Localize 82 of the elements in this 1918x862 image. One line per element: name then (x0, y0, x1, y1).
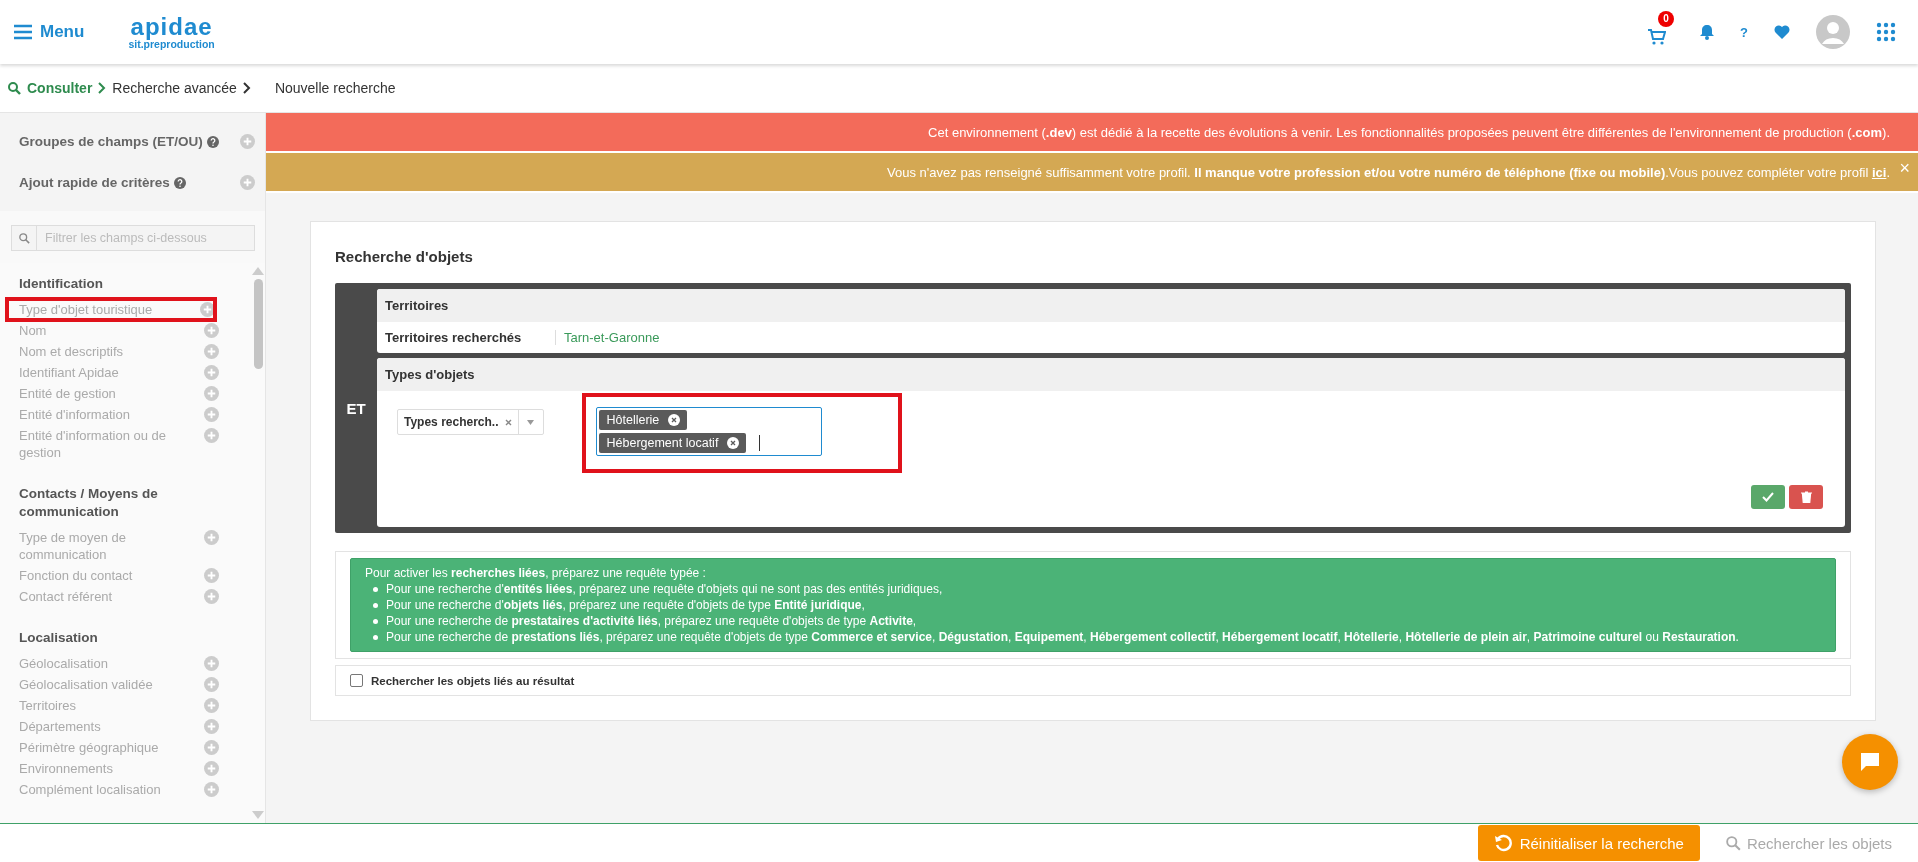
sidebar-field-item[interactable]: Contact référent (19, 588, 204, 605)
info-intro: Pour activer les recherches liées, préparez une requête typée : (365, 565, 707, 581)
banner-message: Vous n'avez pas renseigné suffisamment votre profil. Il manque votre profession et/ou votre numéro de téléphone (fixe ou mobile).Vous pouvez compléter votre profil ici. (887, 164, 1890, 180)
apps-grid-icon[interactable] (1876, 22, 1896, 42)
clear-icon[interactable] (504, 418, 512, 426)
sidebar-field-item[interactable]: Départements (19, 718, 204, 735)
confirm-button[interactable] (1751, 485, 1785, 509)
criteria-label: Territoires recherchés (385, 330, 556, 345)
heart-icon[interactable] (1774, 25, 1790, 39)
sidebar-field-item[interactable]: Fonction du contact (19, 567, 204, 584)
undo-icon (1493, 834, 1512, 852)
chat-bubble-icon (1859, 751, 1881, 773)
trash-icon (1800, 491, 1812, 503)
breadcrumb-link[interactable]: Recherche avancée (112, 80, 237, 96)
remove-icon[interactable] (667, 413, 682, 427)
breadcrumb-link[interactable]: Consulter (27, 80, 93, 96)
plus-icon[interactable] (200, 302, 215, 317)
checkbox-label[interactable]: Rechercher les objets liés au résultat (371, 674, 575, 687)
checkbox[interactable] (350, 674, 363, 687)
avatar-icon[interactable] (1816, 15, 1850, 49)
cart-icon[interactable] (1648, 28, 1667, 45)
info-item: Pour une recherche d'entités liées, préparez une requête d'objets qui ne sont pas des entités juridiques, (386, 581, 943, 597)
criteria-value: Tarn-et-Garonne (563, 330, 660, 345)
scrollbar-thumb[interactable] (253, 279, 263, 369)
tags-field[interactable]: Hôtellerie Hébergement locatif (595, 407, 822, 456)
sidebar-field-item[interactable]: Entité d'information ou de gestion (19, 427, 204, 461)
panel-title: Territoires (385, 298, 449, 313)
scroll-down-icon[interactable] (252, 811, 264, 819)
sidebar-field-item[interactable]: Nom et descriptifs (19, 343, 204, 360)
help-icon[interactable] (206, 135, 219, 148)
reset-button[interactable]: Réinitialiser la recherche (1477, 825, 1700, 861)
search-icon (1725, 835, 1741, 851)
sidebar-field-item[interactable]: Entité d'information (19, 406, 204, 423)
search-icon (18, 232, 30, 244)
sidebar-field-item[interactable]: Type d'objet touristique (19, 301, 200, 318)
scroll-up-icon[interactable] (252, 267, 264, 275)
logo[interactable]: apidae sit.preproduction (128, 14, 215, 50)
bullet-icon (373, 619, 378, 624)
section-title: Contacts / Moyens de communication (19, 485, 159, 521)
search-icon (8, 81, 21, 95)
sidebar-group-label[interactable]: Groupes de champs (ET/OU) (19, 134, 203, 149)
operator-label: ET (346, 399, 366, 417)
section-title: Localisation (19, 629, 99, 647)
panel-title: Types d'objets (385, 367, 475, 382)
banner-message: Cet environnement (.dev) est dédié à la recette des évolutions à venir. Les fonctionnalités proposées peuvent être différentes de l'environnement de production (.com). (928, 124, 1890, 140)
remove-icon[interactable] (726, 436, 741, 450)
bell-icon[interactable] (1700, 24, 1715, 40)
check-icon (1762, 492, 1774, 502)
field-select[interactable]: Types recherch.. (397, 409, 544, 435)
info-item: Pour une recherche de prestations liés, préparez une requête d'objets de type Commerce et service, Dégustation, Equipement, Hébergement collectif, Hébergement locatif, Hôtellerie, Hôtellerie de plein air, Patrimoine culturel ou Restauration. (386, 629, 1739, 645)
help-icon[interactable] (173, 176, 186, 189)
sidebar-field-item[interactable]: Type de moyen de communication (19, 529, 204, 563)
filter-input[interactable]: Filtrer les champs ci-dessous (37, 225, 255, 251)
card-title: Recherche d'objets (335, 248, 474, 265)
chevron-icon (242, 82, 251, 94)
bullet-icon (373, 635, 378, 640)
menu-button[interactable]: Menu (14, 22, 85, 42)
bullet-icon (373, 603, 378, 608)
help-link[interactable]: ? (1740, 24, 1748, 40)
section-title: Identification (19, 275, 104, 293)
bullet-icon (373, 587, 378, 592)
close-button[interactable]: × (1899, 159, 1910, 177)
sidebar-field-item[interactable]: Géolocalisation validée (19, 676, 204, 693)
chat-button[interactable] (1842, 734, 1898, 790)
sidebar-field-item[interactable]: Périmètre géographique (19, 739, 204, 756)
delete-button[interactable] (1789, 485, 1823, 509)
caret-icon[interactable] (527, 419, 534, 425)
info-item: Pour une recherche d'objets liés, préparez une requête d'objets de type Entité juridique, (386, 597, 865, 613)
chevron-icon (98, 82, 107, 94)
sidebar-field-item[interactable]: Identifiant Apidae (19, 364, 204, 381)
sidebar-field-item[interactable]: Environnements (19, 760, 204, 777)
sidebar-field-item[interactable]: Entité de gestion (19, 385, 204, 402)
tag-chip: Hébergement locatif (598, 433, 747, 453)
sidebar-field-item[interactable]: Nom (19, 322, 204, 339)
sidebar-field-item[interactable]: Géolocalisation (19, 655, 204, 672)
menu-icon[interactable] (14, 24, 32, 40)
cart-count-badge[interactable]: 0 (1658, 10, 1675, 27)
tag-chip: Hôtellerie (598, 410, 688, 430)
sidebar-group-label[interactable]: Ajout rapide de critères (19, 175, 170, 190)
sidebar-field-item[interactable]: Territoires (19, 697, 204, 714)
info-item: Pour une recherche de prestataires d'activité liés, préparez une requête d'objets de type Activite, (386, 613, 917, 629)
sidebar-field-item[interactable]: Complément localisation (19, 781, 204, 798)
